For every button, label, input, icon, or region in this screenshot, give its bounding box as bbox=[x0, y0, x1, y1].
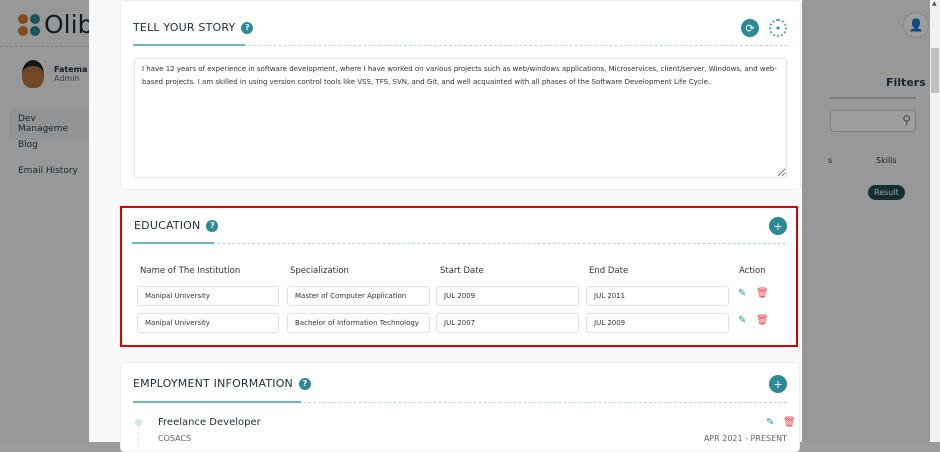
edit-icon[interactable]: ✎ bbox=[766, 417, 774, 428]
add-employment-button[interactable]: + bbox=[769, 375, 787, 393]
edit-icon[interactable]: ✎ bbox=[738, 315, 746, 326]
help-icon[interactable]: ? bbox=[206, 219, 219, 232]
story-card: TELL YOUR STORY? ⟳ • I have 12 years of … bbox=[120, 0, 801, 190]
education-title: EDUCATION bbox=[134, 219, 201, 232]
end-date-field[interactable]: JUL 2011 bbox=[586, 286, 729, 306]
header-action: Action bbox=[739, 266, 766, 276]
scrollbar-thumb[interactable] bbox=[931, 48, 939, 93]
header-start-date: Start Date bbox=[440, 266, 484, 276]
delete-icon[interactable]: 🗑 bbox=[756, 315, 769, 326]
header-specialization: Specialization bbox=[290, 266, 349, 276]
start-date-field[interactable]: JUL 2009 bbox=[436, 286, 579, 306]
story-textarea[interactable]: I have 12 years of experience in softwar… bbox=[134, 58, 787, 178]
institution-field[interactable]: Manipal University bbox=[137, 313, 279, 333]
help-icon[interactable]: ? bbox=[241, 21, 254, 34]
refresh-icon[interactable]: ⟳ bbox=[741, 19, 759, 37]
education-card: EDUCATION? + Name of The Institution Spe… bbox=[120, 206, 798, 347]
add-education-button[interactable]: + bbox=[769, 217, 787, 235]
institution-field[interactable]: Manipal University bbox=[137, 286, 279, 306]
delete-icon[interactable]: 🗑 bbox=[756, 288, 769, 299]
story-title: TELL YOUR STORY bbox=[133, 21, 236, 34]
end-date-field[interactable]: JUL 2009 bbox=[586, 313, 729, 333]
help-icon[interactable]: ? bbox=[299, 377, 311, 390]
specialization-field[interactable]: Bachelor of Information Technology bbox=[287, 313, 430, 333]
delete-icon[interactable]: 🗑 bbox=[783, 417, 796, 428]
ai-generate-icon[interactable]: • bbox=[769, 19, 787, 37]
edit-icon[interactable]: ✎ bbox=[738, 288, 746, 299]
timeline-dot bbox=[135, 419, 142, 426]
start-date-field[interactable]: JUL 2007 bbox=[436, 313, 579, 333]
header-end-date: End Date bbox=[589, 266, 629, 276]
employment-title: EMPLOYMENT INFORMATION bbox=[133, 377, 293, 390]
specialization-field[interactable]: Master of Computer Application bbox=[287, 286, 430, 306]
scrollbar[interactable]: ▲ bbox=[930, 0, 940, 442]
employment-role: Freelance Developer bbox=[158, 417, 261, 428]
scroll-up-icon[interactable]: ▲ bbox=[932, 0, 937, 7]
employment-card: EMPLOYMENT INFORMATION? + Freelance Deve… bbox=[120, 362, 800, 452]
header-institution: Name of The Institution bbox=[140, 266, 241, 276]
